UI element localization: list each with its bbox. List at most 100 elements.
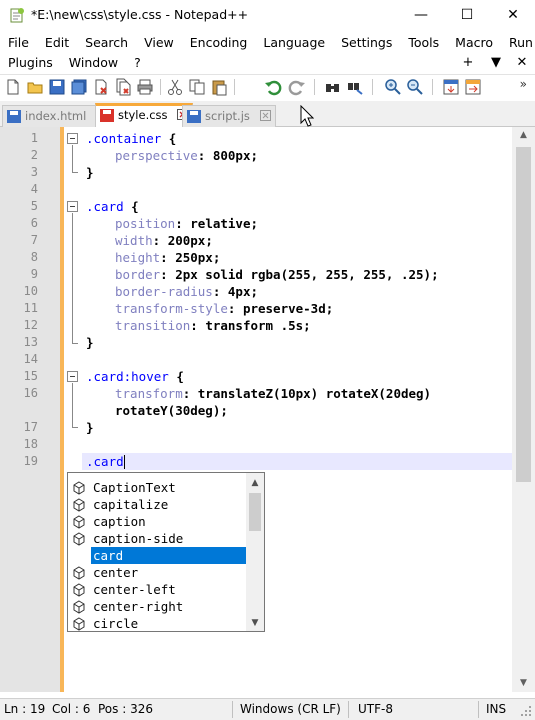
resize-grip-icon[interactable] (520, 705, 532, 717)
maximize-button[interactable]: ☐ (444, 0, 490, 30)
close-file-icon[interactable] (92, 78, 110, 96)
css-value: : preserve-3d; (227, 301, 334, 316)
autocomplete-item[interactable]: center-right (68, 598, 248, 615)
new-file-icon[interactable] (4, 78, 22, 96)
current-line-highlight (82, 453, 512, 470)
keyword-cube-icon (73, 583, 85, 597)
redo-icon[interactable] (288, 78, 306, 96)
autocomplete-item[interactable]: circle (68, 615, 248, 632)
new-tab-button[interactable]: + (458, 53, 478, 73)
autocomplete-item[interactable]: caption-side (68, 530, 248, 547)
close-all-icon[interactable] (114, 78, 132, 96)
code-line-11: transform-style: preserve-3d; (115, 301, 333, 316)
autocomplete-item[interactable]: center (68, 564, 248, 581)
css-property: width (115, 233, 153, 248)
menu-plugins[interactable]: Plugins (0, 53, 61, 73)
autocomplete-label: circle (93, 616, 139, 631)
autocomplete-item[interactable]: center-left (68, 581, 248, 598)
fold-guide (72, 213, 73, 343)
tab-list-button[interactable]: ▼ (486, 53, 506, 73)
line-number: 2 (30, 148, 38, 162)
line-number: 1 (30, 131, 38, 145)
copy-icon[interactable] (188, 78, 206, 96)
line-number: 3 (30, 165, 38, 179)
fold-toggle[interactable] (67, 201, 78, 212)
autocomplete-item[interactable]: caption (68, 513, 248, 530)
menu-settings[interactable]: Settings (333, 33, 400, 53)
sync-horizontal-icon[interactable] (464, 78, 482, 96)
menu-file[interactable]: File (0, 33, 37, 53)
keyword-cube-icon (73, 532, 85, 546)
cut-icon[interactable] (166, 78, 184, 96)
scroll-down-icon[interactable]: ▼ (246, 615, 264, 631)
line-number: 11 (23, 301, 38, 315)
css-value: : transform .5s; (190, 318, 311, 333)
css-brace: } (86, 420, 94, 435)
zoom-out-icon[interactable] (406, 78, 424, 96)
editor-vertical-scrollbar[interactable]: ▲ ▼ (512, 127, 535, 692)
tab-close-icon[interactable] (259, 110, 271, 121)
menu-window[interactable]: Window (61, 53, 126, 73)
save-all-icon[interactable] (70, 78, 88, 96)
code-line-8: height: 250px; (115, 250, 220, 265)
menu-encoding[interactable]: Encoding (182, 33, 256, 53)
scrollbar-thumb[interactable] (249, 493, 261, 531)
status-insert-mode[interactable]: INS (486, 702, 506, 716)
code-line-17: } (86, 420, 94, 435)
scroll-up-icon[interactable]: ▲ (512, 127, 535, 144)
autocomplete-item[interactable]: CaptionText (68, 479, 248, 496)
line-number: 18 (23, 437, 38, 451)
open-file-icon[interactable] (26, 78, 44, 96)
undo-icon[interactable] (264, 78, 282, 96)
title-bar: *E:\new\css\style.css - Notepad++ — ☐ ✕ (0, 0, 535, 30)
paste-icon[interactable] (210, 78, 228, 96)
status-eol[interactable]: Windows (CR LF) (240, 702, 341, 716)
autocomplete-label: center-left (93, 582, 176, 597)
fold-toggle[interactable] (67, 371, 78, 382)
css-selector: .card (86, 199, 124, 214)
sync-vertical-icon[interactable] (442, 78, 460, 96)
fold-guide (72, 383, 73, 427)
css-property: perspective (115, 148, 198, 163)
close-window-button[interactable]: ✕ (490, 0, 535, 30)
find-icon[interactable] (324, 78, 342, 96)
window-title: *E:\new\css\style.css - Notepad++ (31, 7, 249, 22)
menu-tools[interactable]: Tools (400, 33, 447, 53)
scroll-down-icon[interactable]: ▼ (512, 675, 535, 692)
save-icon[interactable] (48, 78, 66, 96)
print-icon[interactable] (136, 78, 154, 96)
menu-edit[interactable]: Edit (37, 33, 77, 53)
menu-search[interactable]: Search (77, 33, 136, 53)
menu-macro[interactable]: Macro (447, 33, 501, 53)
replace-icon[interactable] (346, 78, 364, 96)
close-document-button[interactable]: ✕ (512, 53, 532, 73)
css-brace: { (161, 131, 177, 146)
toolbar-overflow-button[interactable]: » (520, 77, 527, 91)
autocomplete-label: caption (93, 514, 146, 529)
menu-language[interactable]: Language (255, 33, 333, 53)
fold-guide (72, 145, 73, 172)
autocomplete-label: card (91, 547, 248, 564)
menu-view[interactable]: View (136, 33, 182, 53)
status-line: Ln : 19 (4, 702, 46, 716)
tab-script-js[interactable]: script.js (182, 105, 276, 127)
menu-run[interactable]: Run (501, 33, 535, 53)
css-value: : 250px; (160, 250, 221, 265)
menu-help[interactable]: ? (126, 53, 149, 73)
autocomplete-list[interactable]: CaptionText capitalize caption caption-s… (67, 472, 265, 632)
autocomplete-item-selected[interactable]: card (68, 547, 248, 564)
keyword-cube-icon (73, 617, 85, 631)
status-encoding[interactable]: UTF-8 (358, 702, 393, 716)
autocomplete-scrollbar[interactable]: ▲ ▼ (246, 473, 264, 631)
scroll-up-icon[interactable]: ▲ (246, 475, 264, 491)
code-line-2: perspective: 800px; (115, 148, 258, 163)
autocomplete-item[interactable]: capitalize (68, 496, 248, 513)
zoom-in-icon[interactable] (384, 78, 402, 96)
tab-style-css[interactable]: style.css (95, 103, 194, 128)
scrollbar-thumb[interactable] (516, 147, 531, 482)
minimize-button[interactable]: — (398, 0, 444, 30)
keyword-cube-icon (73, 600, 85, 614)
toolbar: » (0, 74, 535, 98)
code-line-7: width: 200px; (115, 233, 213, 248)
fold-toggle[interactable] (67, 133, 78, 144)
